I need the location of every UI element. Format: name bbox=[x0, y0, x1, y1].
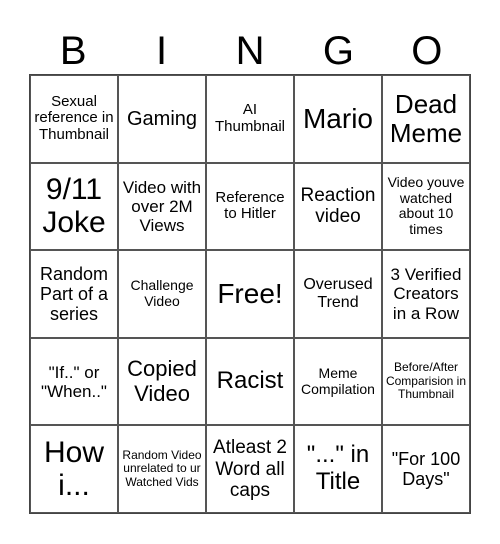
bingo-cell[interactable]: Video with over 2M Views bbox=[118, 162, 206, 251]
bingo-cell[interactable]: Copied Video bbox=[118, 337, 206, 426]
cell-text: Reference to Hitler bbox=[215, 188, 285, 223]
cell-text: Before/After Comparision in Thumbnail bbox=[385, 360, 467, 402]
bingo-cell[interactable]: Reference to Hitler bbox=[206, 162, 294, 251]
bingo-cell[interactable]: "For 100 Days" bbox=[382, 425, 470, 513]
bingo-header: B I N G O bbox=[29, 28, 471, 74]
bingo-cell[interactable]: Challenge Video bbox=[118, 250, 206, 338]
bingo-cell[interactable]: Dead Meme bbox=[382, 75, 470, 163]
cell-text: Video youve watched about 10 times bbox=[387, 174, 465, 238]
cell-text: AI Thumbnail bbox=[214, 101, 286, 135]
cell-text: Reaction video bbox=[300, 185, 376, 228]
bingo-cell[interactable]: "..." in Title bbox=[294, 425, 382, 513]
cell-text: Sexual reference in Thumbnail bbox=[34, 92, 114, 144]
bingo-cell[interactable]: 9/11 Joke bbox=[30, 162, 118, 251]
cell-text: Challenge Video bbox=[130, 277, 194, 309]
bingo-cell[interactable]: Reaction video bbox=[294, 162, 382, 251]
bingo-cell[interactable]: Gaming bbox=[118, 75, 206, 163]
cell-text: 3 Verified Creators in a Row bbox=[390, 265, 462, 323]
free-space-text: Free! bbox=[217, 278, 283, 310]
cell-text: "..." in Title bbox=[306, 441, 370, 496]
bingo-card-grid: Sexual reference in Thumbnail Gaming AI … bbox=[29, 74, 471, 514]
cell-text: Random Part of a series bbox=[39, 263, 109, 325]
cell-text: How i... bbox=[43, 435, 104, 503]
bingo-cell[interactable]: Random Video unrelated to ur Watched Vid… bbox=[118, 425, 206, 513]
bingo-cell[interactable]: Overused Trend bbox=[294, 250, 382, 338]
bingo-cell[interactable]: Before/After Comparision in Thumbnail bbox=[382, 337, 470, 426]
cell-text: Dead Meme bbox=[389, 88, 463, 148]
header-letter-i: I bbox=[156, 29, 168, 73]
bingo-cell[interactable]: Random Part of a series bbox=[30, 250, 118, 338]
cell-text: Copied Video bbox=[127, 355, 197, 406]
cell-text: 9/11 Joke bbox=[42, 172, 106, 240]
header-letter-o: O bbox=[411, 29, 443, 73]
cell-text: Video with over 2M Views bbox=[122, 177, 202, 235]
cell-text: Mario bbox=[302, 103, 373, 135]
cell-text: Gaming bbox=[126, 107, 198, 130]
cell-text: Atleast 2 Word all caps bbox=[213, 437, 287, 501]
bingo-cell[interactable]: AI Thumbnail bbox=[206, 75, 294, 163]
header-letter-n: N bbox=[235, 29, 265, 73]
bingo-cell[interactable]: Video youve watched about 10 times bbox=[382, 162, 470, 251]
header-letter-b: B bbox=[59, 29, 87, 73]
cell-text: Overused Trend bbox=[303, 276, 373, 311]
header-letter-g: G bbox=[322, 29, 354, 73]
cell-text: Meme Compilation bbox=[301, 364, 375, 397]
bingo-cell[interactable]: Racist bbox=[206, 337, 294, 426]
bingo-cell[interactable]: 3 Verified Creators in a Row bbox=[382, 250, 470, 338]
bingo-cell[interactable]: Atleast 2 Word all caps bbox=[206, 425, 294, 513]
bingo-cell[interactable]: How i... bbox=[30, 425, 118, 513]
cell-text: "If.." or "When.." bbox=[41, 362, 107, 401]
cell-text: Random Video unrelated to ur Watched Vid… bbox=[122, 448, 202, 489]
bingo-cell[interactable]: "If.." or "When.." bbox=[30, 337, 118, 426]
cell-text: Racist bbox=[216, 367, 284, 395]
bingo-cell[interactable]: Meme Compilation bbox=[294, 337, 382, 426]
cell-text: "For 100 Days" bbox=[391, 449, 461, 490]
bingo-cell[interactable]: Mario bbox=[294, 75, 382, 163]
bingo-cell[interactable]: Sexual reference in Thumbnail bbox=[30, 75, 118, 163]
free-space-cell[interactable]: Free! bbox=[206, 250, 294, 338]
